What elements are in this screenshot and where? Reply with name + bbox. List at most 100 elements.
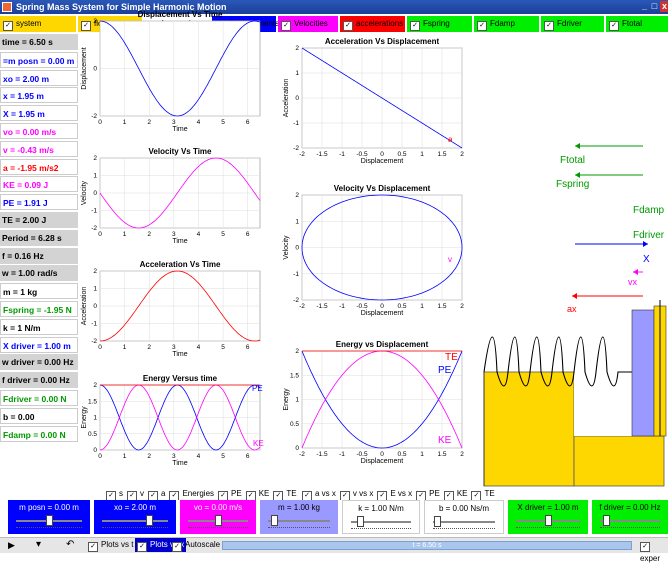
slider-track[interactable] [433, 521, 495, 523]
y-axis-label: Velocity [283, 235, 290, 260]
y-tick-label: 1 [295, 218, 299, 225]
series-label: KE [438, 435, 452, 446]
checkbox-v-vs-x[interactable]: ✓ v vs x [339, 489, 373, 501]
slider-3[interactable]: m = 1.00 kg [260, 500, 338, 534]
slider-thumb[interactable] [602, 515, 610, 526]
reset-button[interactable]: ↶ [66, 538, 74, 552]
slider-panel: m posn = 0.00 m xo = 2.00 m vo = 0.00 m/s m… [0, 500, 668, 534]
checkbox-pe[interactable]: ✓ PE [416, 489, 440, 501]
x-tick-label: 1.5 [437, 451, 446, 458]
slider-label: vo = 0.00 m/s [193, 503, 243, 512]
x-tick-label: 3 [172, 231, 176, 238]
plot-checkbox-row-t: ✓ s ✓ v ✓ a ✓ Energies ✓ PE ✓ KE ✓ TE [106, 488, 301, 501]
checkbox-s[interactable]: ✓ s [106, 489, 123, 501]
checkbox-e-vs-x[interactable]: ✓ E vs x [377, 489, 412, 501]
checkbox-label: TE [286, 489, 297, 498]
slider-thumb[interactable] [356, 516, 364, 527]
checkbox-label: a vs x [315, 489, 336, 498]
checkbox-label: TE [484, 489, 495, 498]
slider-track[interactable] [102, 520, 168, 522]
graph-area: 0 1 2 3 4 5 6 -2 0 2 Displacement Vs Time Time Displ… [0, 0, 668, 552]
y-tick-label: 1 [93, 173, 97, 180]
y-tick-label: -2 [293, 145, 299, 152]
plots-vs-t-checkbox[interactable]: ✓ Plots vs t [88, 538, 133, 552]
slider-0[interactable]: m posn = 0.00 m [8, 500, 90, 534]
checkbox-a[interactable]: ✓ a [148, 489, 166, 501]
step-button[interactable]: ▾ [36, 538, 41, 552]
chart-title: Velocity Vs Time [149, 147, 213, 156]
x-tick-label: -2 [299, 451, 305, 458]
series-label: a [448, 135, 453, 144]
slider-thumb[interactable] [544, 515, 552, 526]
y-tick-label: 0 [295, 245, 299, 252]
y-tick-label: -1 [91, 321, 97, 328]
slider-thumb[interactable] [214, 515, 222, 526]
x-tick-label: 1 [123, 453, 127, 460]
slider-thumb[interactable] [434, 516, 442, 527]
play-button[interactable]: ▶ [8, 538, 15, 552]
autoscale-checkbox[interactable]: ✓ Autoscale [172, 538, 220, 552]
expert-checkbox[interactable]: ✓exper [640, 538, 668, 563]
checkbox-te[interactable]: ✓ TE [273, 489, 297, 501]
checkbox-v[interactable]: ✓ v [127, 489, 144, 501]
mass-block [631, 309, 655, 437]
x-axis-label: Displacement [361, 158, 403, 165]
checkbox-icon: ✓ [137, 542, 147, 552]
y-axis-label: Displacement [81, 47, 88, 89]
x-tick-label: 0.5 [397, 303, 406, 310]
x-tick-label: -0.5 [356, 451, 368, 458]
slider-7[interactable]: f driver = 0.00 Hz [592, 500, 668, 534]
slider-thumb[interactable] [45, 515, 53, 526]
series-label: PE [438, 365, 452, 376]
y-tick-label: 0 [93, 66, 97, 73]
y-tick-label: -1 [91, 208, 97, 215]
x-tick-label: 1 [123, 344, 127, 351]
force-label: vx [628, 277, 638, 287]
checkbox-te[interactable]: ✓ TE [471, 489, 495, 501]
slider-label: m posn = 0.00 m [19, 503, 79, 512]
slider-label: b = 0.00 Ns/m [438, 504, 490, 513]
chart-title: Energy vs Displacement [336, 340, 429, 349]
y-tick-label: 2 [295, 348, 299, 355]
slider-thumb[interactable] [270, 515, 278, 526]
slider-5[interactable]: b = 0.00 Ns/m [424, 500, 504, 534]
y-tick-label: 1 [93, 415, 97, 422]
chart-title: Acceleration Vs Time [140, 260, 221, 269]
time-slider[interactable]: t = 6.50 s [222, 541, 632, 550]
force-arrow-head [575, 172, 580, 178]
x-axis-label: Time [172, 460, 187, 467]
x-tick-label: -1 [339, 451, 345, 458]
checkbox-ke[interactable]: ✓ KE [443, 489, 467, 501]
x-tick-label: 2 [460, 303, 464, 310]
y-tick-label: 0.5 [88, 431, 97, 438]
y-tick-label: 2 [93, 382, 97, 389]
checkbox-label: v [140, 489, 144, 498]
x-axis-label: Time [172, 238, 187, 245]
x-tick-label: 4 [197, 453, 201, 460]
x-tick-label: 6 [246, 344, 250, 351]
slider-4[interactable]: k = 1.00 N/m [342, 500, 420, 534]
floor-left [483, 371, 575, 487]
x-tick-label: 2 [147, 344, 151, 351]
y-tick-label: -2 [293, 297, 299, 304]
slider-1[interactable]: xo = 2.00 m [94, 500, 176, 534]
x-tick-label: -0.5 [356, 151, 368, 158]
checkbox-a-vs-x[interactable]: ✓ a vs x [302, 489, 336, 501]
checkbox-ke[interactable]: ✓ KE [245, 489, 269, 501]
floor-right [573, 435, 665, 487]
checkbox-energies[interactable]: ✓ Energies [169, 489, 214, 501]
y-tick-label: 0 [295, 445, 299, 452]
y-tick-label: 1 [295, 70, 299, 77]
slider-label: xo = 2.00 m [113, 503, 157, 512]
y-tick-label: 1 [295, 397, 299, 404]
x-tick-label: 6 [246, 231, 250, 238]
slider-2[interactable]: vo = 0.00 m/s [180, 500, 256, 534]
slider-6[interactable]: X driver = 1.00 m [508, 500, 588, 534]
x-tick-label: 2 [147, 119, 151, 126]
checkbox-pe[interactable]: ✓ PE [218, 489, 242, 501]
force-label: X [643, 254, 650, 265]
checkbox-label: a [161, 489, 166, 498]
slider-thumb[interactable] [146, 515, 154, 526]
series-label: TE [445, 352, 458, 363]
x-tick-label: 0.5 [397, 451, 406, 458]
